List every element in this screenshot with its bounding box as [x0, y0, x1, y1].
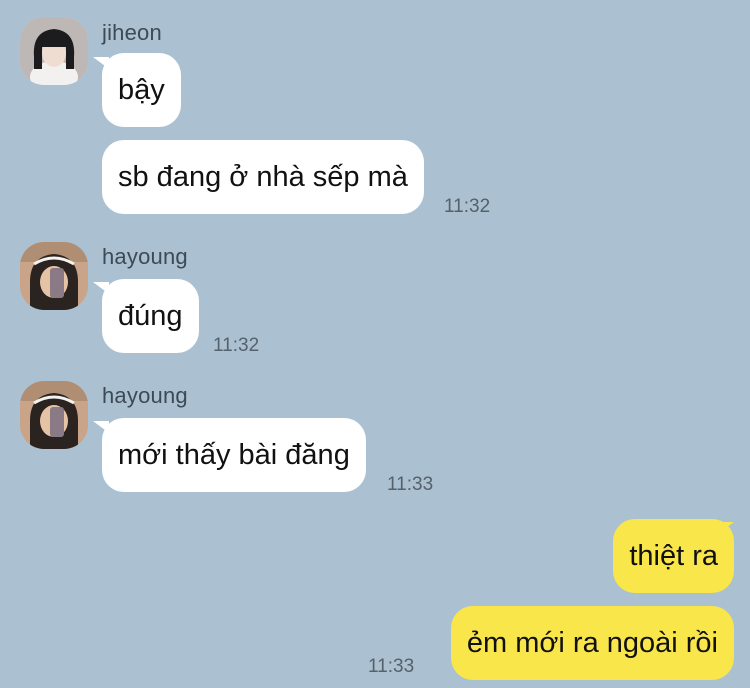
message-bubble[interactable]: bậy	[102, 53, 181, 127]
message-bubble[interactable]: mới thấy bài đăng	[102, 418, 366, 492]
message-bubble[interactable]: sb đang ở nhà sếp mà	[102, 140, 424, 214]
message-timestamp: 11:33	[387, 474, 434, 495]
avatar[interactable]	[20, 17, 88, 85]
avatar[interactable]	[20, 242, 88, 310]
profile-photo	[20, 242, 88, 310]
sender-name: hayoung	[102, 244, 188, 269]
message-timestamp: 11:33	[368, 656, 415, 677]
sender-name: jiheon	[102, 20, 162, 45]
message-bubble[interactable]: thiệt ra	[613, 519, 734, 593]
profile-photo	[20, 17, 88, 85]
chat-message-list[interactable]: jiheon bậy sb đang ở nhà sếp mà 11:32 ha…	[0, 0, 750, 688]
message-bubble[interactable]: ẻm mới ra ngoài rồi	[450, 606, 734, 680]
message-bubble[interactable]: đúng	[102, 279, 199, 353]
message-timestamp: 11:32	[444, 196, 491, 217]
avatar[interactable]	[20, 381, 88, 449]
message-timestamp: 11:32	[213, 335, 260, 356]
profile-photo	[20, 381, 88, 449]
sender-name: hayoung	[102, 383, 188, 408]
